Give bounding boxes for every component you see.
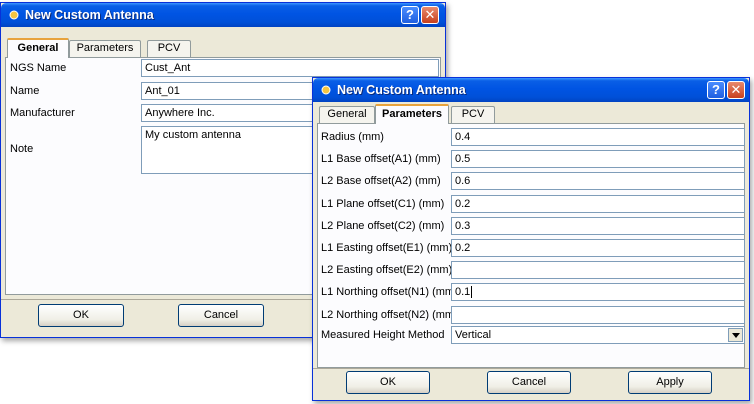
l1-base-offset-a1-field[interactable]: 0.5 [451,150,745,169]
manufacturer-label: Manufacturer [10,107,75,119]
note-label: Note [10,143,34,155]
l2-plane-offset-c2-value: 0.3 [455,219,471,232]
help-button[interactable]: ? [707,81,725,99]
measured-height-method-label: Measured Height Method [321,329,445,341]
tab-pcv[interactable]: PCV [147,40,191,57]
l2-base-offset-a2-value: 0.6 [455,175,471,188]
radius-value: 0.4 [455,131,471,143]
window-title: New Custom Antenna [25,8,154,22]
l1-base-offset-a1-label: L1 Base offset(A1) (mm) [321,153,441,166]
radius-field[interactable]: 0.4 [451,128,745,146]
measured-height-method-value: Vertical [455,329,492,341]
help-button[interactable]: ? [401,6,419,24]
chevron-down-icon[interactable] [728,328,743,342]
l2-northing-offset-n2-label: L2 Northing offset(N2) (mm) [321,308,458,321]
antenna-app-icon [321,85,331,95]
l2-easting-offset-e2-field[interactable] [451,261,745,280]
antenna-app-icon [9,10,19,20]
tab-strip: General Parameters PCV [5,38,441,58]
l1-northing-offset-n1-field[interactable]: 0.1 [451,283,745,302]
tab-general[interactable]: General [7,38,69,58]
window-title: New Custom Antenna [337,83,466,97]
l1-plane-offset-c1-field[interactable]: 0.2 [451,194,745,213]
l1-easting-offset-e1-label: L1 Easting offset(E1) (mm) [321,242,453,254]
l2-northing-offset-n2-field[interactable] [451,305,745,324]
tab-pcv[interactable]: PCV [451,106,495,123]
l1-northing-offset-n1-label: L1 Northing offset(N1) (mm) [321,286,458,299]
l1-easting-offset-e1-value: 0.2 [455,242,471,254]
l2-easting-offset-e2-label: L2 Easting offset(E2) (mm) [321,264,453,277]
titlebar[interactable]: New Custom Antenna ? ✕ [1,3,445,27]
tab-strip: General Parameters PCV [317,104,745,124]
l2-base-offset-a2-label: L2 Base offset(A2) (mm) [321,175,441,188]
ngs-name-field[interactable]: Cust_Ant [141,59,439,77]
l2-plane-offset-c2-label: L2 Plane offset(C2) (mm) [321,219,445,232]
ok-button[interactable]: OK [38,304,124,327]
l1-easting-offset-e1-field[interactable]: 0.2 [451,239,745,257]
l1-northing-offset-n1-value: 0.1 [455,286,471,299]
ok-button[interactable]: OK [346,371,430,394]
dialog-new-custom-antenna-parameters: New Custom Antenna ? ✕ General Parameter… [312,77,750,401]
measured-height-method-select[interactable]: Vertical [451,326,745,344]
close-button[interactable]: ✕ [727,81,745,99]
name-label: Name [10,85,40,97]
text-cursor [471,286,473,299]
tab-general[interactable]: General [319,106,375,123]
close-button[interactable]: ✕ [421,6,439,24]
l2-base-offset-a2-field[interactable]: 0.6 [451,172,745,191]
l1-base-offset-a1-value: 0.5 [455,153,471,166]
radius-label: Radius (mm) [321,131,384,143]
tab-parameters[interactable]: Parameters [69,40,141,57]
tab-parameters[interactable]: Parameters [375,104,449,124]
cancel-button[interactable]: Cancel [178,304,264,327]
l2-plane-offset-c2-field[interactable]: 0.3 [451,216,745,235]
l1-plane-offset-c1-value: 0.2 [455,197,471,210]
l1-plane-offset-c1-label: L1 Plane offset(C1) (mm) [321,197,445,210]
apply-button[interactable]: Apply [628,371,712,394]
ngs-name-label: NGS Name [10,62,67,74]
cancel-button[interactable]: Cancel [487,371,571,394]
titlebar[interactable]: New Custom Antenna ? ✕ [313,78,749,102]
